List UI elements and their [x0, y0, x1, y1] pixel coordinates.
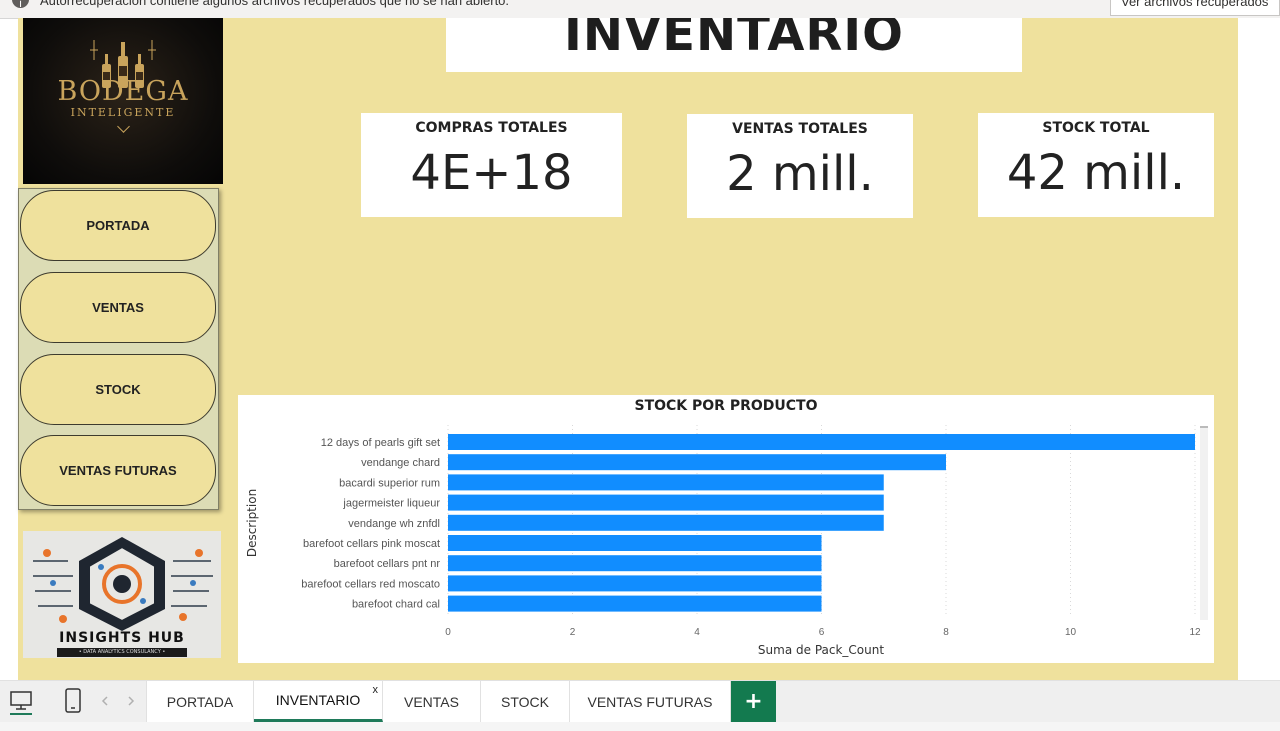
circuit-hexagon-icon	[33, 537, 213, 631]
y-category-label: 12 days of pearls gift set	[321, 437, 440, 449]
nav-button-portada[interactable]: PORTADA	[20, 190, 216, 261]
bar	[448, 595, 822, 612]
kpi-card-stock-total: STOCK TOTAL 42 mill.	[978, 113, 1214, 217]
scroll-right-icon[interactable]	[124, 687, 138, 715]
tab-label: STOCK	[501, 693, 549, 710]
kpi-value-compras-totales: 4E+18	[410, 145, 573, 201]
bar	[448, 434, 1195, 450]
bar	[448, 535, 822, 551]
bodega-logo: BODEGA INTELIGENTE	[23, 18, 223, 184]
tab-inventario[interactable]: INVENTARIO x	[254, 681, 383, 722]
bar	[448, 474, 884, 491]
kpi-title-stock-total: STOCK TOTAL	[1042, 120, 1150, 136]
logo-ornament	[117, 120, 130, 133]
notification-message: Autorrecuperación contiene algunos archi…	[40, 0, 510, 8]
tab-stock[interactable]: STOCK	[481, 681, 570, 722]
insights-hub-name: INSIGHTS HUB	[59, 630, 185, 646]
navigation-panel: PORTADA VENTAS STOCK VENTAS FUTURAS	[18, 188, 219, 510]
tab-ventas[interactable]: VENTAS	[383, 681, 481, 722]
bar	[448, 555, 822, 572]
bar	[448, 575, 822, 592]
kpi-card-ventas-totales: VENTAS TOTALES 2 mill.	[687, 114, 913, 218]
tab-label: INVENTARIO	[275, 692, 361, 708]
x-tick-label: 12	[1189, 627, 1201, 638]
kpi-card-compras-totales: COMPRAS TOTALES 4E+18	[361, 113, 622, 217]
tab-label: VENTAS	[404, 693, 459, 710]
y-axis-label: Description	[245, 489, 259, 557]
y-category-label: bacardi superior rum	[339, 477, 440, 489]
close-tab-icon[interactable]: x	[373, 684, 379, 696]
x-axis-label: Suma de Pack_Count	[758, 643, 884, 657]
chart-plot-area: 0 2 4 6 8 10 12 12 days of pearls gift set venda…	[245, 425, 1208, 657]
kpi-value-ventas-totales: 2 mill.	[726, 146, 874, 202]
stock-por-producto-chart[interactable]: STOCK POR PRODUCTO 0 2 4 6 8 10 12 12 days of p…	[238, 395, 1214, 663]
view-recovered-files-button[interactable]: Ver archivos recuperados	[1110, 0, 1280, 16]
y-category-label: vendange wh znfdl	[348, 518, 440, 530]
scroll-left-icon[interactable]	[98, 687, 112, 715]
y-category-label: barefoot cellars red moscato	[301, 578, 440, 590]
bar	[448, 454, 946, 471]
page-title-box: INVENTARIO	[446, 18, 1022, 72]
bodega-logo-name: BODEGA	[57, 76, 189, 107]
kpi-value-stock-total: 42 mill.	[1006, 145, 1186, 201]
info-icon: i	[12, 0, 29, 10]
kpi-title-compras-totales: COMPRAS TOTALES	[415, 120, 568, 136]
page-tab-bar: PORTADA INVENTARIO x VENTAS STOCK VENTAS…	[0, 680, 1280, 731]
x-tick-label: 6	[819, 627, 825, 638]
x-tick-label: 10	[1065, 627, 1077, 638]
x-tick-label: 0	[445, 627, 451, 638]
y-category-label: barefoot chard cal	[352, 599, 440, 611]
tab-portada[interactable]: PORTADA	[146, 681, 254, 722]
y-category-label: barefoot cellars pink moscat	[303, 538, 440, 550]
tab-ventas-futuras[interactable]: VENTAS FUTURAS	[570, 681, 731, 722]
bar	[448, 514, 884, 531]
nav-button-ventas[interactable]: VENTAS	[20, 272, 216, 343]
insights-hub-tagline: • DATA ANALYTICS CONSULANCY •	[57, 648, 187, 657]
autorecovery-notification-bar: i Autorrecuperación contiene algunos arc…	[0, 0, 1280, 19]
page-title: INVENTARIO	[564, 18, 904, 62]
desktop-view-icon[interactable]	[8, 687, 34, 715]
x-tick-label: 4	[694, 627, 700, 638]
chart-scrollbar	[1200, 428, 1208, 620]
insights-hub-logo: INSIGHTS HUB • DATA ANALYTICS CONSULANCY…	[23, 531, 221, 658]
kpi-title-ventas-totales: VENTAS TOTALES	[732, 121, 868, 137]
bodega-logo-tagline: INTELIGENTE	[70, 106, 176, 119]
x-tick-label: 2	[570, 627, 576, 638]
y-category-label: jagermeister liqueur	[342, 498, 440, 510]
add-page-button[interactable]: +	[731, 681, 776, 722]
y-category-label: vendange chard	[361, 457, 440, 469]
mobile-view-icon[interactable]	[60, 687, 86, 715]
canvas-gutter	[1238, 18, 1280, 680]
tab-label: PORTADA	[166, 693, 234, 710]
bar	[448, 494, 884, 511]
x-tick-label: 8	[943, 627, 949, 638]
nav-button-ventas-futuras[interactable]: VENTAS FUTURAS	[20, 435, 216, 506]
tab-label: VENTAS FUTURAS	[587, 693, 713, 710]
nav-button-stock[interactable]: STOCK	[20, 354, 216, 425]
y-category-label: barefoot cellars pnt nr	[334, 558, 441, 570]
